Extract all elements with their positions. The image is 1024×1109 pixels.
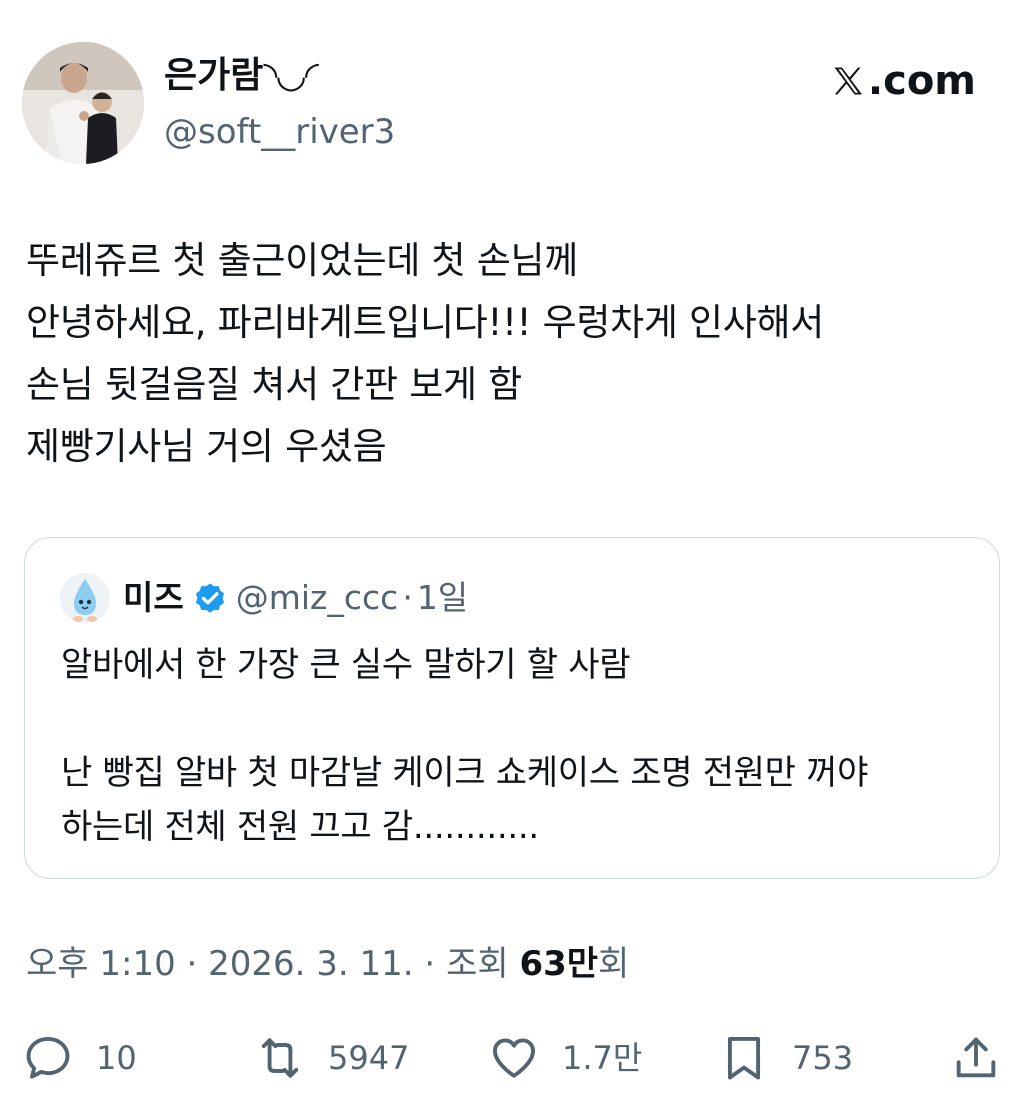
bookmark-button[interactable]: 753 — [718, 1028, 853, 1088]
share-icon — [956, 1037, 996, 1078]
tweet-header: 은가람◝◡◜ @soft__river3 .com — [22, 42, 1002, 166]
quoted-author-handle[interactable]: @miz_ccc — [236, 576, 399, 620]
tweet-meta: 오후 1:10 · 2026. 3. 11. · 조회 63만회 — [26, 942, 629, 986]
profile-photo — [22, 42, 144, 164]
tweet-time[interactable]: 오후 1:10 — [26, 944, 176, 984]
quoted-tweet-card[interactable]: 미즈 @miz_ccc · 1일 알바에서 한 가장 큰 실수 말하기 할 사람… — [24, 537, 1000, 879]
separator-dot: · — [413, 944, 447, 984]
verified-badge-icon — [195, 583, 224, 613]
x-logo-icon — [834, 67, 863, 95]
separator-dot: · — [402, 578, 413, 617]
reply-button[interactable]: 10 — [22, 1028, 137, 1088]
bookmark-count: 753 — [792, 1039, 854, 1077]
views-label: 조회 — [446, 944, 520, 984]
tweet-line: 뚜레쥬르 첫 출근이었는데 첫 손님께 — [26, 239, 578, 282]
heart-icon — [492, 1038, 536, 1078]
quoted-tweet-line: 알바에서 한 가장 큰 실수 말하기 할 사람 — [61, 645, 631, 685]
author-handle[interactable]: @soft__river3 — [164, 110, 395, 154]
quoted-author-name[interactable]: 미즈 — [123, 576, 184, 620]
tweet-line: 손님 뒷걸음질 쳐서 간판 보게 함 — [26, 363, 522, 406]
tweet-line: 안녕하세요, 파리바게트입니다!!! 우렁차게 인사해서 — [26, 301, 824, 344]
quoted-tweet-line — [61, 692, 981, 746]
quoted-tweet-line: 난 빵집 알바 첫 마감날 케이크 쇼케이스 조명 전원만 꺼야 — [61, 753, 869, 793]
quoted-tweet-header: 미즈 @miz_ccc · 1일 — [123, 576, 468, 620]
separator-dot: · — [175, 944, 209, 984]
brand-label: .com — [867, 58, 976, 104]
views-count[interactable]: 63만 — [519, 944, 598, 984]
tweet-date[interactable]: 2026. 3. 11. — [208, 944, 413, 984]
brand-watermark: .com — [830, 58, 976, 104]
reply-count: 10 — [96, 1039, 137, 1077]
quoted-tweet-text: 알바에서 한 가장 큰 실수 말하기 할 사람 난 빵집 알바 첫 마감날 케이… — [61, 638, 981, 854]
quoted-tweet-line: 하는데 전체 전원 끄고 감............ — [61, 807, 539, 847]
repost-button[interactable]: 5947 — [254, 1028, 409, 1088]
repost-count: 5947 — [328, 1039, 410, 1077]
reply-icon — [26, 1036, 70, 1079]
like-button[interactable]: 1.7만 — [488, 1028, 642, 1088]
tweet-text: 뚜레쥬르 첫 출근이었는데 첫 손님께 안녕하세요, 파리바게트입니다!!! 우… — [26, 230, 986, 478]
author-display-name[interactable]: 은가람◝◡◜ — [164, 54, 319, 98]
views-suffix: 회 — [598, 944, 630, 984]
bookmark-icon — [727, 1036, 761, 1080]
like-count: 1.7만 — [562, 1039, 643, 1077]
quoted-author-avatar[interactable] — [60, 573, 110, 623]
quoted-tweet-time[interactable]: 1일 — [417, 576, 468, 620]
action-bar: 10 5947 1.7만 753 — [0, 1028, 1024, 1088]
water-drop-mascot-avatar — [60, 573, 110, 623]
share-button[interactable] — [950, 1028, 1002, 1088]
author-avatar[interactable] — [22, 42, 144, 164]
tweet-line: 제빵기사님 거의 우셨음 — [26, 425, 387, 468]
repost-icon — [261, 1038, 299, 1078]
